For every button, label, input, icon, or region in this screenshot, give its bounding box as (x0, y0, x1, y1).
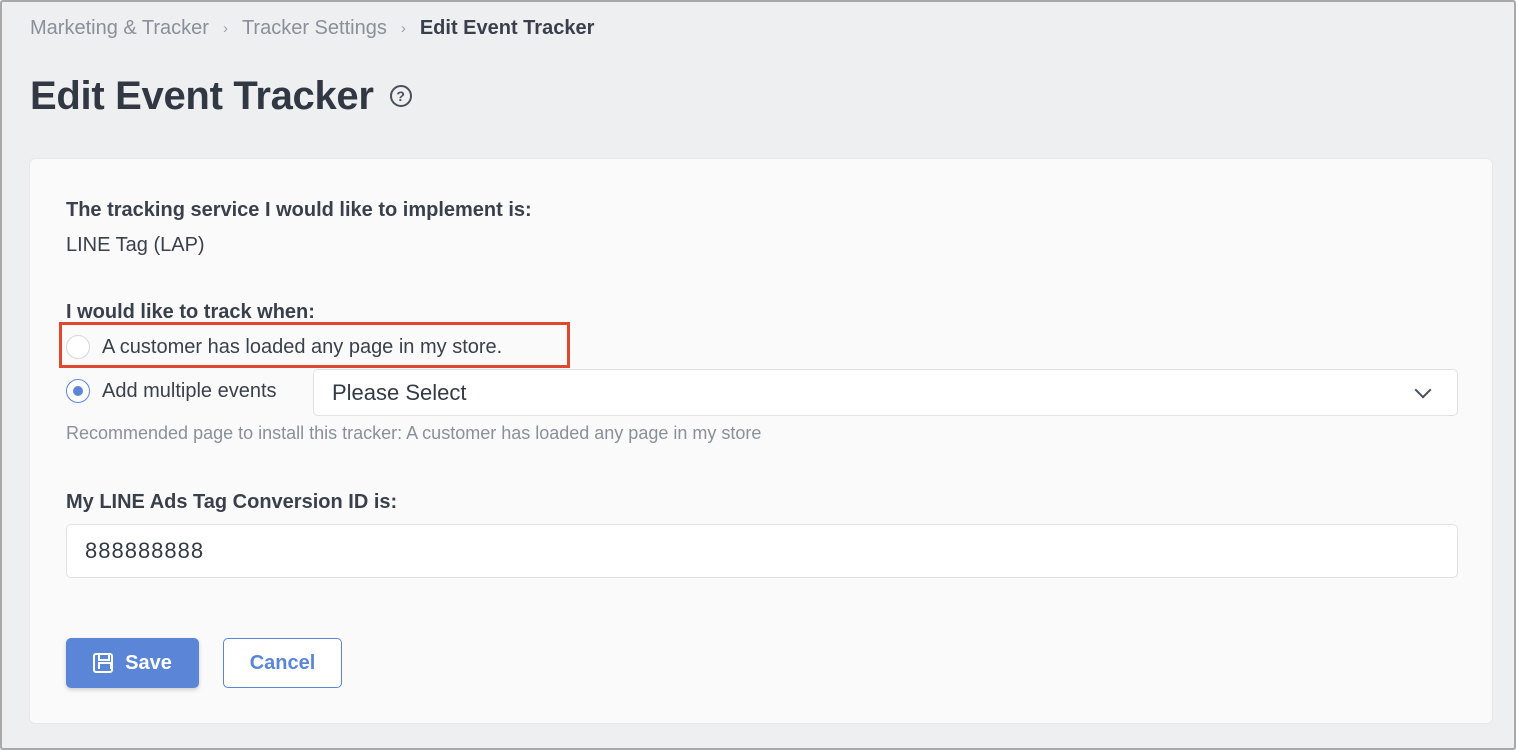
breadcrumb: Marketing & Tracker › Tracker Settings ›… (30, 16, 594, 40)
save-button-label: Save (125, 651, 172, 674)
option-multiple-events-label[interactable]: Add multiple events (102, 380, 277, 403)
track-label: I would like to track when: (66, 301, 315, 323)
cancel-button-label: Cancel (249, 651, 316, 674)
chevron-down-icon (1414, 381, 1432, 399)
radio-any-page[interactable] (66, 335, 90, 359)
page-title: Edit Event Tracker (30, 73, 374, 118)
option-any-page-label[interactable]: A customer has loaded any page in my sto… (102, 336, 502, 359)
cancel-button[interactable]: Cancel (223, 638, 342, 688)
conversion-id-input[interactable] (66, 524, 1458, 578)
help-icon[interactable]: ? (389, 85, 412, 107)
title-row: Edit Event Tracker ? (30, 70, 412, 122)
breadcrumb-tracker-settings[interactable]: Tracker Settings (242, 17, 387, 40)
events-select-value: Please Select (332, 379, 467, 405)
conversion-label: My LINE Ads Tag Conversion ID is: (66, 491, 398, 513)
breadcrumb-current: Edit Event Tracker (419, 16, 595, 39)
radio-multiple-events[interactable] (66, 379, 90, 403)
events-select[interactable]: Please Select (313, 369, 1458, 416)
option-multiple-events[interactable]: Add multiple events (66, 379, 277, 403)
save-button[interactable]: Save (66, 638, 199, 688)
option-any-page[interactable]: A customer has loaded any page in my sto… (66, 335, 502, 359)
chevron-right-icon: › (222, 19, 228, 37)
save-icon (93, 653, 114, 673)
service-value: LINE Tag (LAP) (66, 234, 205, 256)
recommendation-hint: Recommended page to install this tracker… (66, 423, 762, 443)
chevron-right-icon: › (400, 19, 406, 37)
form-card: The tracking service I would like to imp… (29, 158, 1493, 724)
breadcrumb-marketing-tracker[interactable]: Marketing & Tracker (30, 17, 209, 40)
service-label: The tracking service I would like to imp… (66, 199, 532, 221)
